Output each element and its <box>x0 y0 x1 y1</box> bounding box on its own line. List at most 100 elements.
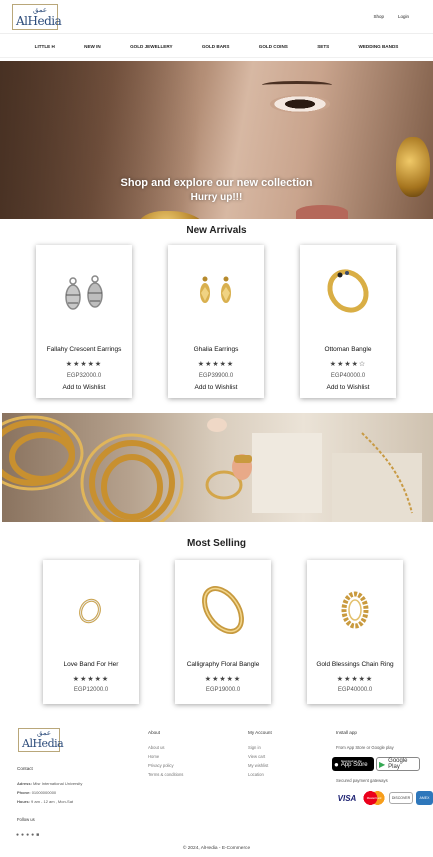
top-bar: عمق AlHedia Shop Login <box>0 0 433 34</box>
footer-logo[interactable]: عمق AlHedia <box>18 728 64 752</box>
phone-value: 01000000000 <box>31 790 57 795</box>
discover-card-icon: DISCOVER <box>389 792 413 804</box>
hero-model-brow <box>262 81 332 89</box>
product-price: EGP40000.0 <box>337 687 373 693</box>
product-card[interactable]: Ottoman Bangle ★★★★☆ EGP40000.0 Add to W… <box>300 245 396 398</box>
banner-image <box>2 415 422 522</box>
add-to-wishlist-button[interactable]: Add to Wishlist <box>36 384 132 391</box>
address-label: Adress: <box>17 781 32 786</box>
product-name[interactable]: Gold Blessings Chain Ring <box>307 661 403 668</box>
hero-title: Shop and explore our new collection <box>120 177 313 189</box>
footer-logo-arabic: عمق <box>37 729 52 737</box>
product-card[interactable]: Love Band For Her ★★★★★ EGP12000.0 <box>43 560 139 704</box>
product-rating: ★★★★★ <box>336 676 374 683</box>
shop-link[interactable]: Shop <box>373 14 384 19</box>
my-wishlist-link[interactable]: My wishlist <box>248 763 268 768</box>
chain-ring-image <box>341 591 369 629</box>
view-cart-link[interactable]: View cart <box>248 754 265 759</box>
install-app-title: Install app <box>336 730 357 735</box>
apple-icon: ● <box>334 759 339 769</box>
footer-logo-text: AlHedia <box>22 737 64 750</box>
product-card[interactable]: Ghalia Earrings ★★★★★ EGP39900.0 Add to … <box>168 245 264 398</box>
product-rating: ★★★★★ <box>65 361 103 368</box>
top-nav: Shop Login <box>373 14 409 19</box>
product-name[interactable]: Calligraphy Floral Bangle <box>175 661 271 668</box>
most-selling-title: Most Selling <box>187 538 246 549</box>
hours-value: 9 am - 12 am , Mon-Sat <box>31 799 74 804</box>
hours-label: Hours: <box>17 799 30 804</box>
about-title: About <box>148 730 161 735</box>
product-card[interactable]: Gold Blessings Chain Ring ★★★★★ EGP40000… <box>307 560 403 704</box>
twitter-icon[interactable]: ● <box>21 832 24 838</box>
location-link[interactable]: Location <box>248 772 264 777</box>
bangle-image <box>202 586 244 634</box>
visa-card-icon: VISA <box>337 793 357 803</box>
footer: عمق AlHedia Contact Adress: Misr Interna… <box>0 720 433 857</box>
add-to-wishlist-button[interactable]: Add to Wishlist <box>168 384 264 391</box>
product-card[interactable]: Fallahy Crescent Earrings ★★★★★ EGP32000… <box>36 245 132 398</box>
hero-subtitle: Hurry up!!! <box>190 192 243 203</box>
new-arrivals-title: New Arrivals <box>186 225 247 236</box>
brand-logo-text: AlHedia <box>16 14 62 28</box>
privacy-policy-link[interactable]: Privacy policy <box>148 763 174 768</box>
app-store-label: App Store <box>340 762 368 769</box>
product-name[interactable]: Love Band For Her <box>43 661 139 668</box>
brand-logo-arabic: عمق <box>33 6 48 14</box>
category-menu: LITTLE H NEW IN GOLD JEWELLERY GOLD BARS… <box>0 36 433 58</box>
product-rating: ★★★★☆ <box>329 361 367 368</box>
add-to-wishlist-button[interactable]: Add to Wishlist <box>300 384 396 391</box>
app-store-text: Download on the App Store <box>340 759 368 769</box>
product-rating: ★★★★★ <box>204 676 242 683</box>
hero-model-lips <box>296 205 348 219</box>
google-play-icon: ▶ <box>379 759 386 769</box>
payment-text: Secured payment gateways <box>336 778 388 783</box>
sign-in-link[interactable]: Sign in <box>248 745 261 750</box>
product-price: EGP19000.0 <box>205 687 241 693</box>
terms-link[interactable]: Terms & conditions <box>148 772 183 777</box>
menu-item-gold-jewellery[interactable]: GOLD JEWELLERY <box>130 44 172 49</box>
login-link[interactable]: Login <box>398 14 409 19</box>
my-account-title: My Account <box>248 730 272 735</box>
social-icons: ● ● ● ● ■ <box>16 832 39 838</box>
google-play-badge[interactable]: ▶ Google Play <box>376 757 420 771</box>
youtube-icon[interactable]: ■ <box>36 832 39 838</box>
menu-item-new-in[interactable]: NEW IN <box>84 44 101 49</box>
contact-phone: Phone: 01000000000 <box>17 790 56 795</box>
home-link[interactable]: Home <box>148 754 159 759</box>
facebook-icon[interactable]: ● <box>16 832 19 838</box>
earrings-image <box>65 275 103 310</box>
product-price: EGP12000.0 <box>73 687 109 693</box>
product-price: EGP32000.0 <box>66 373 102 379</box>
app-store-badge[interactable]: ● Download on the App Store <box>332 757 374 771</box>
instagram-icon[interactable]: ● <box>26 832 29 838</box>
brand-logo[interactable]: عمق AlHedia <box>12 4 62 30</box>
address-value: Misr International University <box>33 781 83 786</box>
product-card[interactable]: Calligraphy Floral Bangle ★★★★★ EGP19000… <box>175 560 271 704</box>
contact-title: Contact <box>17 766 33 771</box>
contact-address: Adress: Misr International University <box>17 781 82 786</box>
product-name[interactable]: Ottoman Bangle <box>300 346 396 353</box>
ring-image <box>79 598 101 624</box>
product-rating: ★★★★★ <box>197 361 235 368</box>
amex-card-icon: AMEX <box>416 791 433 805</box>
hero-model-eye <box>270 95 330 113</box>
copyright-text: © 2024, AlHedia - E-Commerce <box>182 846 251 851</box>
product-name[interactable]: Fallahy Crescent Earrings <box>36 346 132 353</box>
menu-item-sets[interactable]: SETS <box>317 44 329 49</box>
menu-item-gold-coins[interactable]: GOLD COINS <box>259 44 288 49</box>
about-us-link[interactable]: About us <box>148 745 165 750</box>
bangle-image <box>327 269 369 313</box>
product-price: EGP40000.0 <box>330 373 366 379</box>
pinterest-icon[interactable]: ● <box>31 832 34 838</box>
product-rating: ★★★★★ <box>72 676 110 683</box>
earrings-image <box>200 276 231 303</box>
mastercard-icon: MasterCard <box>362 791 386 805</box>
google-play-label: Google Play <box>388 758 408 770</box>
follow-us-title: Follow us <box>17 817 35 822</box>
menu-item-little-h[interactable]: LITTLE H <box>35 44 55 49</box>
product-name[interactable]: Ghalia Earrings <box>168 346 264 353</box>
jewellery-banner <box>2 413 433 522</box>
menu-item-wedding-bands[interactable]: WEDDING BANDS <box>359 44 399 49</box>
menu-item-gold-bars[interactable]: GOLD BARS <box>202 44 230 49</box>
contact-hours: Hours: 9 am - 12 am , Mon-Sat <box>17 799 73 804</box>
